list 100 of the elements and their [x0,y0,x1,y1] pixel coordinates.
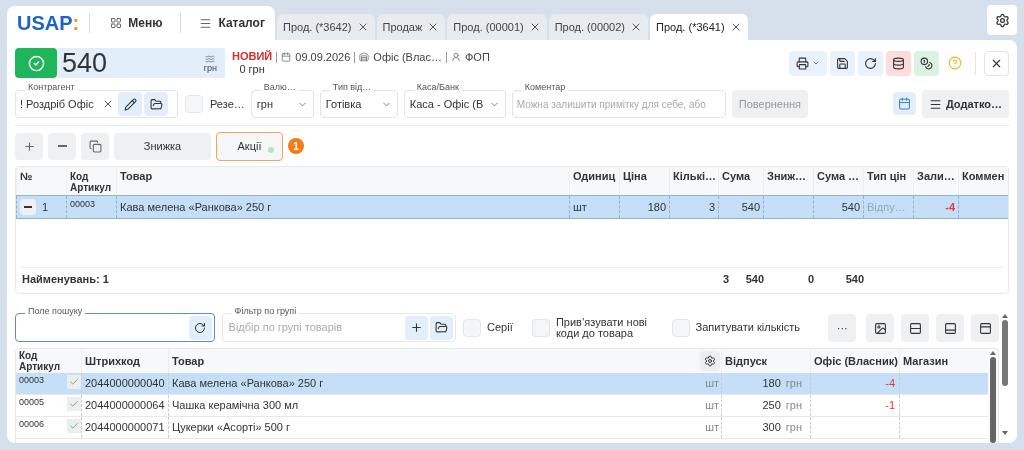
more-button[interactable]: ··· [828,314,857,342]
minus-icon [24,206,32,208]
table-row[interactable]: 00005 2044000000064 Чашка керамічна 300 мл шт 250 грн -1 [16,395,988,417]
refresh-button[interactable] [188,315,212,340]
menu-icon [928,97,942,111]
company-link[interactable]: ФОП [465,49,490,66]
clear-icon [102,98,114,110]
refresh-button[interactable] [858,50,883,76]
copy-button[interactable] [81,132,109,160]
settings-button[interactable] [987,5,1017,35]
promotions-button[interactable]: Акції [216,131,283,161]
more-button[interactable]: Додатко… [921,90,1009,118]
plus-icon [22,139,36,153]
layout-button[interactable] [936,314,965,342]
remove-button[interactable] [48,132,76,160]
document-tab[interactable]: Прод. (*3642) [277,14,375,40]
total-discount: 0 [806,272,814,288]
table-cell-text: грн [785,376,802,392]
status-label: НОВИЙ [232,50,273,63]
table-row[interactable]: 00006 2044000000071 Цукерки «Асорті» 500 г шт 300 грн [16,417,988,439]
calendar-icon [897,97,911,110]
payment-button[interactable] [914,50,939,76]
calendar-button[interactable] [892,92,916,115]
table-cell-text: -1 [885,398,895,414]
menu-icon [199,16,213,30]
table-cell-text: грн [785,398,802,414]
document-date[interactable]: 09.09.2026 [295,49,351,66]
open-button[interactable] [144,92,168,116]
refresh-icon [864,56,877,70]
table-cell-text: 540 [841,199,860,215]
delete-button[interactable] [886,50,911,76]
document-tab[interactable]: Прод. (00001) [447,14,547,40]
comment-field[interactable]: Можна залишити примітку для себе, або [511,90,726,118]
help-icon [947,56,962,70]
select-field[interactable]: грн [250,90,314,118]
table-cell-text: грн [785,420,802,436]
open-button[interactable] [430,315,454,340]
total-field[interactable]: 540 грн [57,48,225,78]
close-button[interactable] [984,50,1009,76]
layout-button[interactable] [971,314,999,342]
checkbox[interactable] [531,318,550,337]
edit-button[interactable] [118,92,142,116]
check-icon [69,399,79,409]
table-cell-text: шт [705,420,719,436]
table-cell-text: 180 [762,376,781,392]
nav-button[interactable]: Каталог [195,14,269,32]
select-field[interactable]: Каса - Офіс (В [403,90,506,118]
printer-icon [796,56,809,70]
image-button[interactable] [866,314,895,342]
document-tab[interactable]: Прод. (*3641) [650,14,748,40]
collapse-button[interactable] [20,199,36,215]
table-cell-text: -4 [945,199,955,215]
caret-icon [812,59,820,67]
table-row[interactable]: 00003 2044000000040 Кава мелена «Ранкова» 250 г шт 180 грн -4 [16,373,988,395]
field-label: Коментар [521,82,569,92]
document-tab[interactable]: Продаж [376,14,446,40]
add-button[interactable] [405,315,429,340]
table-cell-text: Кава мелена «Ранкова» 250 г [120,199,272,215]
table-cell-text: 250 [762,398,781,414]
check-icon [27,54,45,72]
checkbox-label: Резе… [210,96,245,112]
currency-label: грн [203,63,217,73]
warehouse-link[interactable]: Офіс (Влас… [373,49,442,66]
person-icon [451,52,461,63]
checkbox[interactable] [671,318,690,337]
discount-button[interactable]: Знижка [114,132,211,160]
checkbox[interactable] [67,419,81,433]
document-tab[interactable]: Прод. (00002) [548,14,649,40]
rows-icon [908,321,922,335]
table-cell-text: 300 [762,420,781,436]
table-cell-text: шт [705,398,719,414]
total-amount: 540 [844,272,864,288]
confirm-button[interactable] [15,48,57,78]
checkbox[interactable] [67,375,81,389]
print-button[interactable] [789,50,827,76]
warehouse-icon [359,52,370,63]
table-row[interactable]: 1 00003 Кава мелена «Ранкова» 250 г шт 180 3 540 540 Відпу… -4 [16,195,1008,219]
table-cell-text: 00005 [19,396,45,409]
column-header[interactable]: Код Артикул [16,349,81,373]
layout-button[interactable] [901,314,930,342]
scrollbar[interactable] [988,349,998,443]
logo[interactable]: USAP: [17,13,80,33]
plus-icon [410,321,424,334]
save-button[interactable] [830,50,855,76]
contractor-field[interactable]: ! Роздріб Офіс [15,90,178,118]
approx-icon [205,53,216,64]
settings-button[interactable] [699,351,720,371]
table-cell-text: Відпу… [867,199,906,215]
table-cell-text: 540 [741,199,760,215]
nav-button[interactable]: Меню [106,14,167,32]
pencil-icon [123,97,137,111]
checkbox[interactable] [185,95,203,113]
copy-icon [88,139,102,153]
check-icon [69,421,79,431]
database-icon [892,56,905,70]
checkbox[interactable] [67,397,81,411]
checkbox[interactable] [463,318,482,337]
save-icon [836,56,849,70]
total-quantity: 3 [721,272,729,288]
field-label: Поле пошуку [25,306,86,316]
